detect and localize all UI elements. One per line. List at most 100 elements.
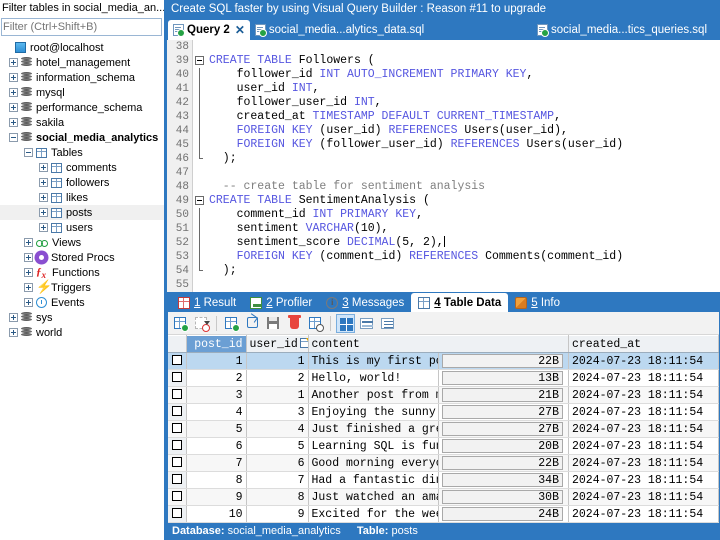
cell-user-id[interactable]: 1: [246, 353, 308, 370]
expand-plus-icon[interactable]: [24, 238, 33, 247]
form-view-button[interactable]: [357, 314, 376, 333]
cell-user-id[interactable]: 5: [246, 438, 308, 455]
collapse-minus-icon[interactable]: [24, 148, 33, 157]
text-view-button[interactable]: [378, 314, 397, 333]
grid-view-button[interactable]: [336, 314, 355, 333]
cell-content[interactable]: Excited for the weekend.: [308, 506, 438, 523]
expand-plus-icon[interactable]: [9, 88, 18, 97]
delete-record-button[interactable]: [285, 314, 304, 333]
collapse-minus-icon[interactable]: [9, 133, 18, 142]
cell-post-id[interactable]: 10: [186, 506, 246, 523]
cell-content[interactable]: Just watched an amazing mo...: [308, 489, 438, 506]
expand-plus-icon[interactable]: [39, 163, 48, 172]
expand-plus-icon[interactable]: [39, 193, 48, 202]
table-row[interactable]: 5 4 Just finished a great book! 27B 2024…: [168, 421, 719, 438]
cell-post-id[interactable]: 4: [186, 404, 246, 421]
expand-plus-icon[interactable]: [24, 268, 33, 277]
cell-created-at[interactable]: 2024-07-23 18:11:54: [569, 472, 719, 489]
table-row[interactable]: 9 8 Just watched an amazing mo... 30B 20…: [168, 489, 719, 506]
cell-user-id[interactable]: 7: [246, 472, 308, 489]
save-button[interactable]: [264, 314, 283, 333]
cell-content[interactable]: This is my first post!: [308, 353, 438, 370]
cell-content[interactable]: Another post from me.: [308, 387, 438, 404]
tab-analytics-data-sql[interactable]: social_media...alytics_data.sql: [250, 20, 429, 40]
tab-analytics-queries-sql[interactable]: social_media...tics_queries.sql: [532, 20, 712, 40]
checkbox-icon[interactable]: [172, 372, 182, 382]
tree-item-information-schema[interactable]: information_schema: [0, 70, 164, 85]
expand-plus-icon[interactable]: [24, 283, 33, 292]
tab-profiler[interactable]: 2 Profiler: [243, 293, 319, 312]
cancel-changes-button[interactable]: [306, 314, 325, 333]
row-checkbox-cell[interactable]: [168, 489, 186, 506]
expand-plus-icon[interactable]: [39, 223, 48, 232]
close-icon[interactable]: ✕: [235, 23, 245, 37]
tree-item-root[interactable]: root@localhost: [0, 40, 164, 55]
row-checkbox-cell[interactable]: [168, 353, 186, 370]
table-row[interactable]: 7 6 Good morning everyone! 22B 2024-07-2…: [168, 455, 719, 472]
fold-collapse-icon[interactable]: [195, 56, 204, 65]
expand-plus-icon[interactable]: [9, 313, 18, 322]
column-header-user-id[interactable]: user_id: [246, 336, 308, 353]
cell-post-id[interactable]: 6: [186, 438, 246, 455]
expand-plus-icon[interactable]: [9, 328, 18, 337]
cell-user-id[interactable]: 8: [246, 489, 308, 506]
sql-editor[interactable]: 38 39 CREATE TABLE Followers ( 40 follow…: [166, 40, 720, 292]
tree-item-sakila[interactable]: sakila: [0, 115, 164, 130]
insert-record-button[interactable]: [222, 314, 241, 333]
cell-content[interactable]: Good morning everyone!: [308, 455, 438, 472]
sidebar-item-functions[interactable]: ƒx Functions: [0, 265, 164, 280]
table-row[interactable]: 6 5 Learning SQL is fun. 20B 2024-07-23 …: [168, 438, 719, 455]
cell-created-at[interactable]: 2024-07-23 18:11:54: [569, 353, 719, 370]
cell-user-id[interactable]: 1: [246, 387, 308, 404]
cell-content[interactable]: Hello, world!: [308, 370, 438, 387]
row-checkbox-cell[interactable]: [168, 506, 186, 523]
tree-item-social-media-analytics[interactable]: social_media_analytics: [0, 130, 164, 145]
column-header-created-at[interactable]: created_at: [569, 336, 719, 353]
filter-input-wrapper[interactable]: [1, 18, 162, 36]
checkbox-icon[interactable]: [172, 355, 182, 365]
table-row[interactable]: 2 2 Hello, world! 13B 2024-07-23 18:11:5…: [168, 370, 719, 387]
sidebar-table-followers[interactable]: followers: [0, 175, 164, 190]
checkbox-icon[interactable]: [172, 491, 182, 501]
cell-created-at[interactable]: 2024-07-23 18:11:54: [569, 370, 719, 387]
cell-post-id[interactable]: 9: [186, 489, 246, 506]
tab-messages[interactable]: i 3 Messages: [319, 293, 411, 312]
expand-plus-icon[interactable]: [24, 298, 33, 307]
tab-info[interactable]: 5 Info: [508, 293, 567, 312]
expand-plus-icon[interactable]: [39, 208, 48, 217]
checkbox-icon[interactable]: [172, 508, 182, 518]
column-header-post-id[interactable]: post_id: [186, 336, 246, 353]
sidebar-table-likes[interactable]: likes: [0, 190, 164, 205]
row-checkbox-cell[interactable]: [168, 472, 186, 489]
refresh-button[interactable]: [243, 314, 262, 333]
cell-created-at[interactable]: 2024-07-23 18:11:54: [569, 506, 719, 523]
sidebar-table-users[interactable]: users: [0, 220, 164, 235]
cell-created-at[interactable]: 2024-07-23 18:11:54: [569, 421, 719, 438]
table-row[interactable]: 3 1 Another post from me. 21B 2024-07-23…: [168, 387, 719, 404]
fold-column[interactable]: [193, 54, 207, 68]
cell-user-id[interactable]: 6: [246, 455, 308, 472]
sidebar-item-events[interactable]: Events: [0, 295, 164, 310]
promo-banner[interactable]: Create SQL faster by using Visual Query …: [166, 0, 720, 18]
sidebar-item-views[interactable]: Views: [0, 235, 164, 250]
expand-plus-icon[interactable]: [9, 118, 18, 127]
table-row[interactable]: 4 3 Enjoying the sunny weather. 27B 2024…: [168, 404, 719, 421]
select-all-header[interactable]: [168, 336, 186, 353]
duplicate-record-button[interactable]: [192, 314, 211, 333]
cell-content[interactable]: Just finished a great book!: [308, 421, 438, 438]
cell-post-id[interactable]: 8: [186, 472, 246, 489]
row-checkbox-cell[interactable]: [168, 370, 186, 387]
expand-plus-icon[interactable]: [9, 103, 18, 112]
cell-created-at[interactable]: 2024-07-23 18:11:54: [569, 438, 719, 455]
row-checkbox-cell[interactable]: [168, 455, 186, 472]
tree-item-sys[interactable]: sys: [0, 310, 164, 325]
add-record-button[interactable]: [171, 314, 190, 333]
row-checkbox-cell[interactable]: [168, 404, 186, 421]
row-checkbox-cell[interactable]: [168, 421, 186, 438]
cell-content[interactable]: Enjoying the sunny weather.: [308, 404, 438, 421]
tree-item-tables-folder[interactable]: Tables: [0, 145, 164, 160]
sort-filter-icon[interactable]: [300, 338, 308, 348]
table-row[interactable]: 8 7 Had a fantastic dinner las... 34B 20…: [168, 472, 719, 489]
cell-content[interactable]: Had a fantastic dinner las...: [308, 472, 438, 489]
checkbox-icon[interactable]: [172, 474, 182, 484]
